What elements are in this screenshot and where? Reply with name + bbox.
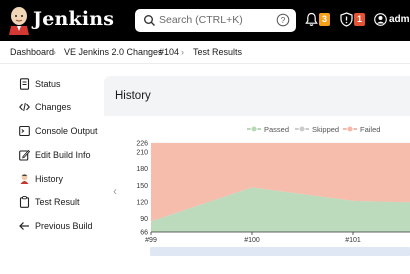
legend-label: Skipped	[312, 125, 339, 134]
sidebar-item-label: Status	[35, 79, 61, 89]
brand-name[interactable]: Jenkins	[33, 8, 114, 30]
terminal-icon	[19, 125, 30, 137]
search-placeholder: Search (CTRL+K)	[159, 14, 243, 26]
user-name[interactable]: adm	[389, 14, 410, 25]
help-icon[interactable]: ?	[276, 13, 290, 27]
document-icon	[19, 78, 30, 90]
y-tick-label: 66	[140, 230, 148, 237]
breadcrumb: Dashboard › VE Jenkins 2.0 Changes › #10…	[0, 41, 410, 64]
code-icon	[19, 102, 30, 112]
sidebar-item-history[interactable]: History	[0, 170, 102, 190]
sidebar-item-changes[interactable]: Changes	[0, 98, 102, 118]
jenkins-logo-icon[interactable]	[8, 5, 30, 35]
chevron-left-icon[interactable]: ‹	[113, 184, 117, 198]
chevron-right-icon: ›	[53, 47, 56, 57]
user-icon[interactable]	[374, 13, 387, 26]
sidebar-item-test-result[interactable]: Test Result	[0, 193, 102, 213]
x-tick-label: #100	[244, 237, 260, 244]
legend-marker	[346, 125, 354, 133]
security-badge[interactable]: 1	[354, 13, 365, 26]
sidebar-item-console-output[interactable]: Console Output	[0, 122, 102, 142]
clipboard-icon	[19, 196, 30, 208]
chevron-right-icon: ›	[147, 47, 150, 57]
y-tick-label: 226	[136, 141, 148, 148]
svg-text:?: ?	[281, 16, 286, 25]
y-tick-label: 210	[136, 149, 148, 156]
jenkins-page: Jenkins Search (CTRL+K) ? 3 1 adm Dashbo…	[0, 0, 410, 274]
chart-zoom-handle[interactable]	[150, 247, 410, 256]
y-tick-label: 180	[136, 166, 148, 173]
shield-icon[interactable]	[340, 12, 353, 27]
arrow-left-icon	[19, 222, 29, 230]
sidebar-item-label: History	[35, 174, 64, 184]
breadcrumb-build[interactable]: #104	[159, 47, 179, 57]
notifications-badge[interactable]: 3	[319, 13, 330, 26]
legend-label: Failed	[360, 125, 380, 134]
sidebar-item-label: Edit Build Info	[35, 150, 91, 160]
y-tick-label: 90	[140, 216, 148, 223]
sidebar-item-edit-build-info[interactable]: Edit Build Info	[0, 146, 102, 166]
search-icon	[144, 15, 155, 26]
legend-marker	[298, 125, 306, 133]
sidebar: Status Changes Console Output Edit Build…	[0, 64, 102, 274]
legend-label: Passed	[264, 125, 289, 134]
x-tick-label: #99	[145, 237, 157, 244]
edit-icon	[19, 149, 30, 161]
legend-marker	[250, 125, 258, 133]
breadcrumb-test-results[interactable]: Test Results	[193, 47, 242, 57]
bell-icon[interactable]	[305, 12, 318, 27]
sidebar-item-previous-build[interactable]: Previous Build	[0, 217, 102, 237]
top-navbar: Jenkins Search (CTRL+K) ? 3 1 adm	[0, 0, 410, 41]
sidebar-item-label: Console Output	[35, 126, 98, 136]
breadcrumb-dashboard[interactable]: Dashboard	[10, 47, 54, 57]
history-icon	[20, 173, 29, 184]
x-tick-label: #101	[345, 237, 361, 244]
y-tick-label: 150	[136, 183, 148, 190]
sidebar-item-label: Test Result	[35, 197, 80, 207]
sidebar-item-status[interactable]: Status	[0, 75, 102, 95]
search-box[interactable]: Search (CTRL+K) ?	[135, 9, 296, 32]
sidebar-item-label: Previous Build	[35, 221, 93, 231]
chevron-right-icon: ›	[181, 47, 184, 57]
page-title: History	[115, 90, 151, 102]
sidebar-item-label: Changes	[35, 102, 72, 112]
history-panel: History Passed Skipped Failed 66 90 120 150 180…	[104, 76, 410, 274]
y-tick-label: 120	[136, 199, 148, 206]
